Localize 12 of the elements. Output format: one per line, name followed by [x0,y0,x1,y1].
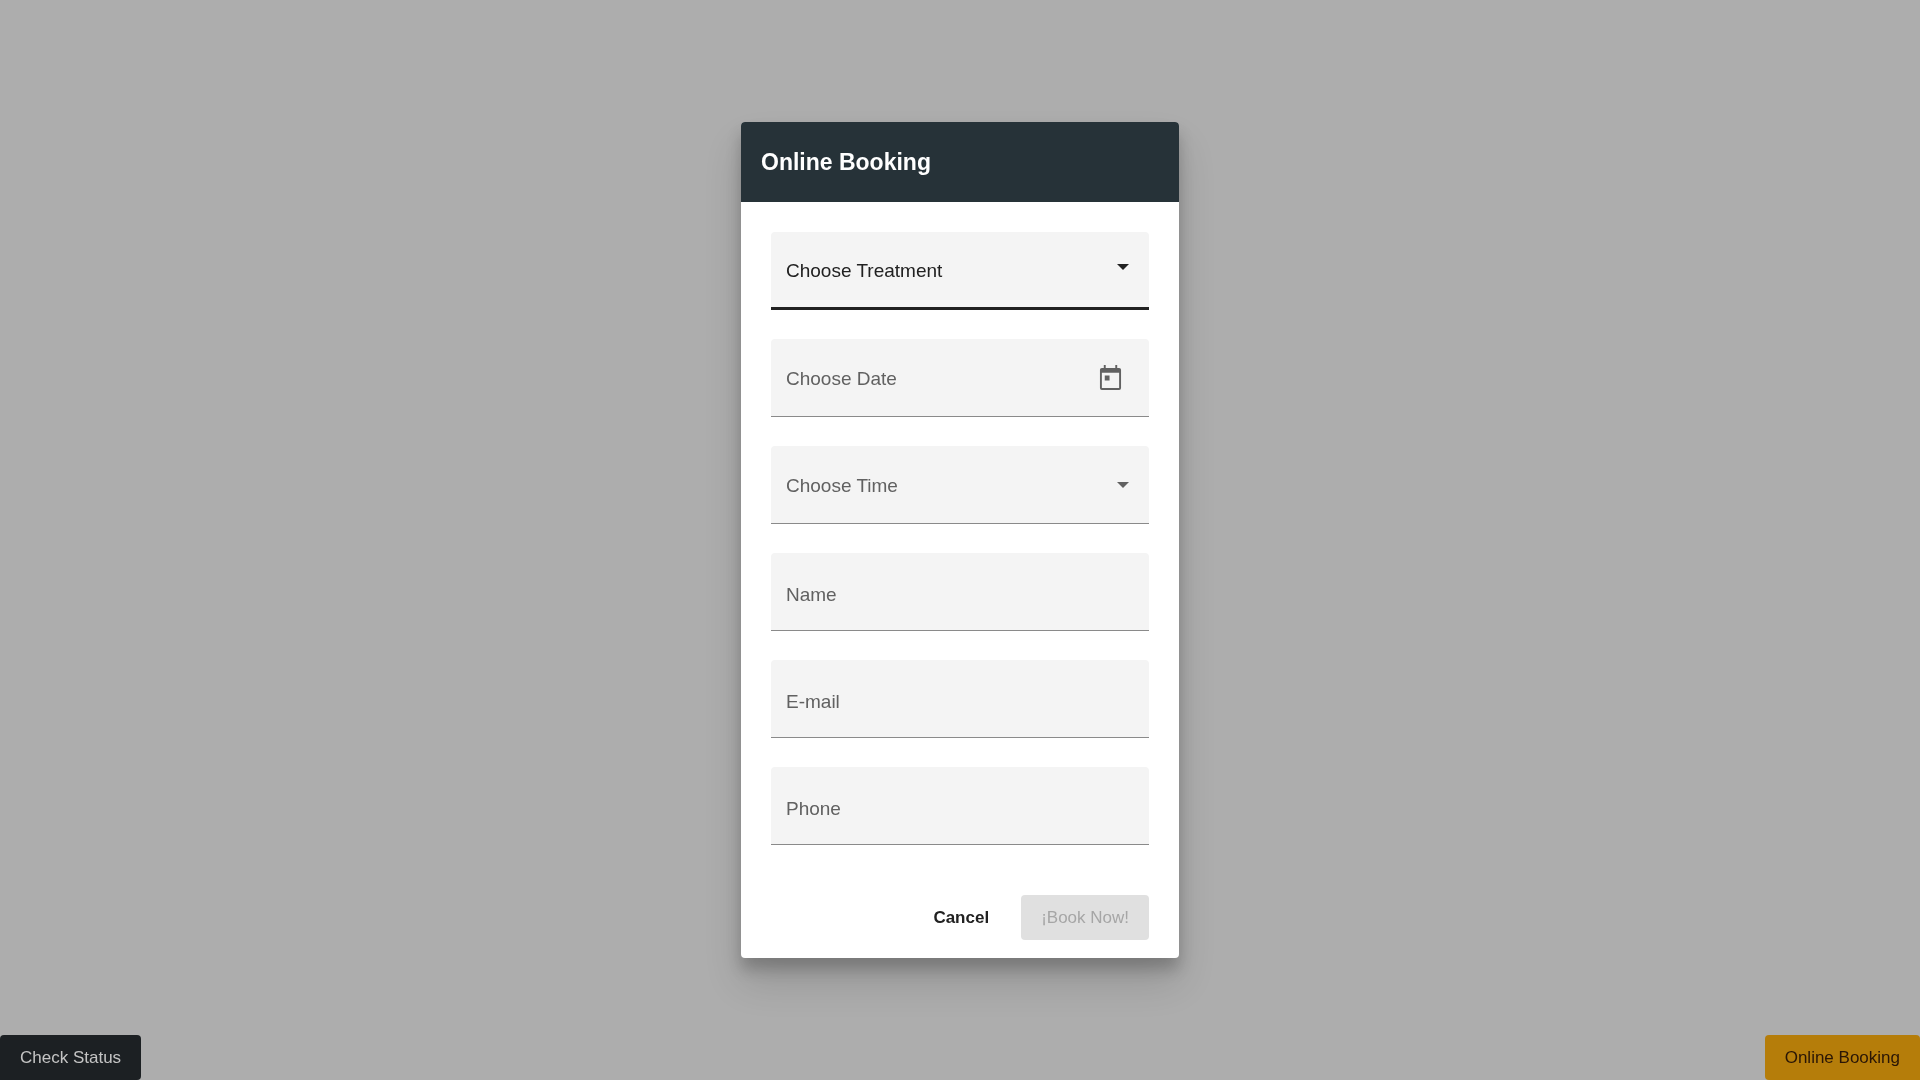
dialog-title: Online Booking [761,147,931,177]
input-field[interactable]: Name [771,553,1149,631]
online-booking-button[interactable]: Online Booking [1764,1035,1920,1080]
cancel-button[interactable]: Cancel [921,895,1002,940]
date-field[interactable]: Choose Date [771,339,1149,417]
select-field[interactable]: Choose Treatment [771,232,1149,310]
input-field[interactable]: Phone [771,767,1149,845]
calendar-icon[interactable] [1099,365,1122,390]
select-field[interactable]: Choose Time [771,446,1149,524]
check-status-button[interactable]: Check Status [0,1035,142,1080]
input-field[interactable]: E-mail [771,660,1149,738]
dropdown-caret-icon[interactable] [1117,263,1129,270]
